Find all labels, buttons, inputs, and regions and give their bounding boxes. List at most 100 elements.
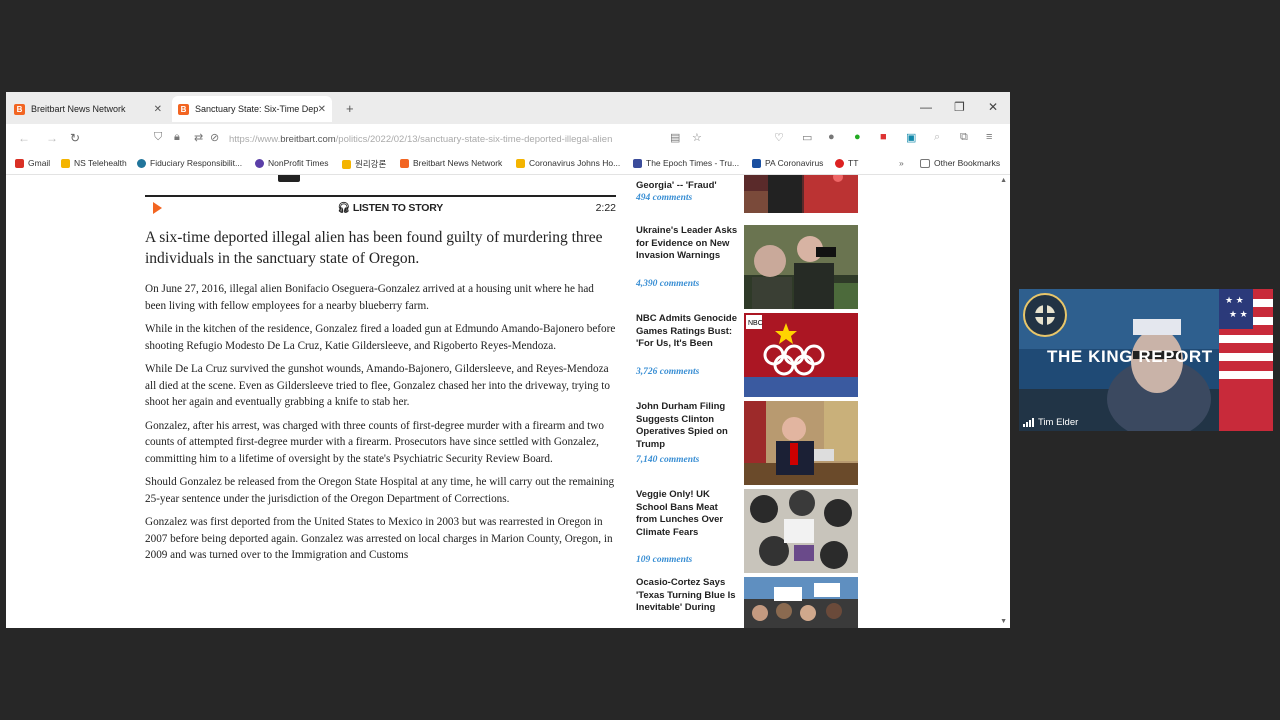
lock-icon[interactable]: 🔒︎ <box>174 131 180 144</box>
story-comments[interactable]: 4,390 comments <box>636 279 699 289</box>
restore-icon[interactable]: ❐ <box>954 100 965 114</box>
comment-count-bubble[interactable]: 377 <box>278 175 300 182</box>
folder-icon <box>516 158 525 168</box>
bookmark-ns-telehealth[interactable]: NS Telehealth <box>61 158 127 168</box>
tt-icon <box>835 158 844 168</box>
story-title[interactable]: NBC Admits Genocide Games Ratings Bust: … <box>636 313 740 351</box>
sidebar-story[interactable]: John Durham Filing Suggests Clinton Oper… <box>636 401 860 485</box>
scroll-down-icon[interactable]: ▼ <box>1000 618 1007 625</box>
svg-text:★ ★: ★ ★ <box>1225 295 1244 305</box>
gmail-icon <box>15 158 24 168</box>
back-icon[interactable]: ← <box>18 131 30 145</box>
bookmarks-bar: Gmail NS Telehealth Fiduciary Responsibi… <box>6 154 1010 175</box>
signal-strength-icon <box>1023 418 1034 427</box>
reader-view-icon[interactable]: ▤ <box>670 131 680 144</box>
sidebar-story[interactable]: Ocasio-Cortez Says 'Texas Turning Blue I… <box>636 577 860 628</box>
story-comments[interactable]: 7,140 comments <box>636 455 699 465</box>
minimize-icon[interactable]: — <box>920 100 932 114</box>
bookmark-coronavirus-jh[interactable]: Coronavirus Johns Ho... <box>516 158 620 168</box>
extension-green-icon[interactable]: ● <box>854 131 861 143</box>
folder-icon <box>920 158 930 168</box>
tab-sanctuary-state[interactable]: B Sanctuary State: Six-Time Dep ✕ <box>172 96 332 122</box>
participant-name: Tim Elder <box>1023 417 1078 428</box>
thumbnail-image <box>744 489 858 573</box>
story-thumbnail[interactable] <box>744 175 858 213</box>
extension-t-icon[interactable]: ● <box>828 131 835 143</box>
sidebar-story[interactable]: Veggie Only! UK School Bans Meat from Lu… <box>636 489 860 573</box>
extension-red-icon[interactable]: ■ <box>880 131 887 143</box>
shield-icon[interactable]: ⛉ <box>154 131 162 144</box>
listen-to-story-button[interactable]: 🎧︎ LISTEN TO STORY <box>337 201 443 214</box>
close-tab-icon[interactable]: ✕ <box>318 104 326 115</box>
story-title[interactable]: Be Governor of Georgia' -- 'Fraud' <box>636 175 740 192</box>
story-comments[interactable]: 109 comments <box>636 555 692 565</box>
article-paragraph: On June 27, 2016, illegal alien Bonifaci… <box>145 283 594 312</box>
other-bookmarks[interactable]: Other Bookmarks <box>920 158 1000 168</box>
article-paragraph: While in the kitchen of the residence, G… <box>145 323 616 352</box>
folder-icon <box>61 158 70 168</box>
tab-breitbart[interactable]: B Breitbart News Network ✕ <box>8 96 168 122</box>
thumbnail-image <box>744 577 858 628</box>
bookmark-tt[interactable]: TT <box>835 158 858 168</box>
bookmark-wonri[interactable]: 원리강론 <box>342 158 386 170</box>
story-title[interactable]: Ocasio-Cortez Says 'Texas Turning Blue I… <box>636 577 740 615</box>
story-comments[interactable]: 494 comments <box>636 193 692 203</box>
breitbart-favicon-icon: B <box>178 103 189 115</box>
bookmark-nonprofit-times[interactable]: NonProfit Times <box>255 158 328 168</box>
play-icon[interactable] <box>153 202 162 214</box>
svg-text:NBC: NBC <box>748 320 763 327</box>
webcam-banner: THE KING REPORT <box>1047 347 1213 366</box>
sidebar-story[interactable]: Ukraine's Leader Asks for Evidence on Ne… <box>636 225 860 309</box>
story-thumbnail[interactable] <box>744 225 858 309</box>
nonprofit-icon <box>255 158 264 168</box>
pa-icon <box>752 158 761 168</box>
more-bookmarks-icon[interactable]: » <box>899 158 904 168</box>
story-title[interactable]: John Durham Filing Suggests Clinton Oper… <box>636 401 740 451</box>
story-thumbnail[interactable] <box>744 489 858 573</box>
pocket-icon[interactable]: ♡ <box>774 131 784 144</box>
bookmark-epoch-times[interactable]: The Epoch Times - Tru... <box>633 158 739 168</box>
sidebar-story[interactable]: NBC Admits Genocide Games Ratings Bust: … <box>636 313 860 397</box>
close-tab-icon[interactable]: ✕ <box>154 104 162 115</box>
bookmark-breitbart[interactable]: Breitbart News Network <box>400 158 502 168</box>
page-content: 377 🎧︎ LISTEN TO STORY 2:22 A six-time d… <box>6 175 1010 628</box>
camera-off-icon[interactable]: ⊘ <box>210 131 219 144</box>
audio-player: 🎧︎ LISTEN TO STORY 2:22 <box>145 195 616 219</box>
thumbnail-image <box>744 225 858 309</box>
scroll-up-icon[interactable]: ▲ <box>1000 177 1007 184</box>
story-thumbnail[interactable] <box>744 401 858 485</box>
thumbnail-image: NBC <box>744 313 858 397</box>
wordpress-icon <box>137 158 146 168</box>
article-body: A six-time deported illegal alien has be… <box>145 227 617 571</box>
article-paragraph: Gonzalez, after his arrest, was charged … <box>145 419 604 465</box>
bookmark-pa-coronavirus[interactable]: PA Coronavirus <box>752 158 823 168</box>
breitbart-icon <box>400 158 409 168</box>
article-paragraph: Should Gonzalez be released from the Ore… <box>145 476 615 505</box>
url-field[interactable]: https://www.breitbart.com/politics/2022/… <box>229 134 612 145</box>
story-title[interactable]: Ukraine's Leader Asks for Evidence on Ne… <box>636 225 740 263</box>
search-icon[interactable]: ⌕ <box>934 131 940 144</box>
menu-icon[interactable]: ≡ <box>986 131 992 143</box>
thumbnail-image <box>744 401 858 485</box>
address-bar: ← → ↻ ⛉ 🔒︎ ⇄ ⊘ https://www.breitbart.com… <box>6 124 1010 154</box>
webcam-overlay: ★ ★ ★ ★ THE KING REPORT Tim Elder <box>1019 289 1273 431</box>
sidebar-icon[interactable]: ▭ <box>802 131 812 144</box>
story-thumbnail[interactable] <box>744 577 858 628</box>
reload-icon[interactable]: ↻ <box>70 131 80 145</box>
forward-icon[interactable]: → <box>46 131 58 145</box>
new-tab-icon[interactable]: + <box>346 101 354 116</box>
permissions-icon[interactable]: ⇄ <box>194 131 203 144</box>
extension-teal-icon[interactable]: ▣ <box>906 131 916 144</box>
extension-puzzle-icon[interactable]: ⧉ <box>960 131 968 144</box>
sidebar-story[interactable]: Be Governor of Georgia' -- 'Fraud' 494 c… <box>636 175 860 213</box>
audio-duration: 2:22 <box>595 202 616 214</box>
story-comments[interactable]: 3,726 comments <box>636 367 699 377</box>
bookmark-fiduciary[interactable]: Fiduciary Responsibilit... <box>137 158 242 168</box>
story-title[interactable]: Veggie Only! UK School Bans Meat from Lu… <box>636 489 740 539</box>
close-window-icon[interactable]: ✕ <box>988 100 998 114</box>
bookmark-star-icon[interactable]: ☆ <box>692 131 702 144</box>
story-thumbnail[interactable]: NBC <box>744 313 858 397</box>
tab-bar: B Breitbart News Network ✕ B Sanctuary S… <box>6 92 1010 124</box>
folder-icon <box>342 159 351 169</box>
bookmark-gmail[interactable]: Gmail <box>15 158 50 168</box>
